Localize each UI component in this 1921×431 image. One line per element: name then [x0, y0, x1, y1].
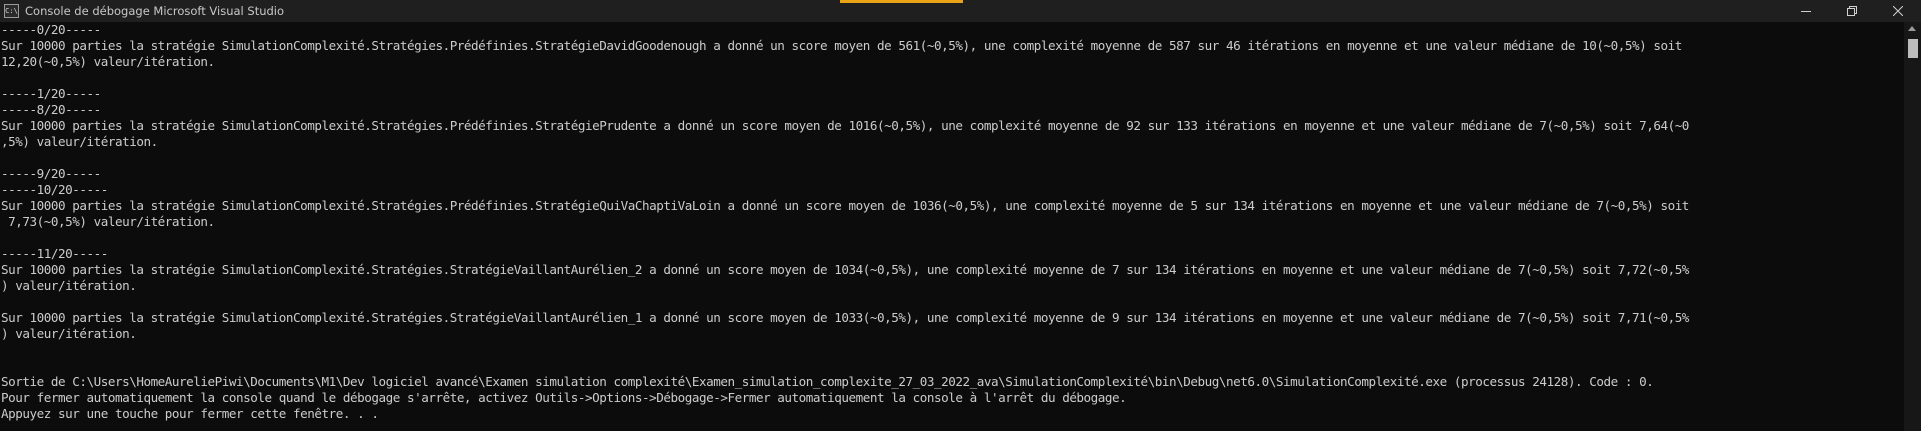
console-line: 7,73(~0,5%) valeur/itération. — [1, 214, 215, 229]
restore-icon — [1847, 6, 1857, 16]
restore-button[interactable] — [1829, 0, 1875, 22]
console-line: -----1/20----- — [1, 86, 101, 101]
console-window: C:\ Console de débogage Microsoft Visual… — [0, 0, 1921, 431]
console-line: 12,20(~0,5%) valeur/itération. — [1, 54, 215, 69]
console-line: Pour fermer automatiquement la console q… — [1, 390, 1127, 405]
console-output[interactable]: -----0/20----- Sur 10000 parties la strat… — [1, 22, 1899, 431]
console-line: Sur 10000 parties la stratégie Simulatio… — [1, 118, 1689, 133]
close-button[interactable] — [1875, 0, 1921, 22]
console-line: Sur 10000 parties la stratégie Simulatio… — [1, 198, 1689, 213]
console-line: Sur 10000 parties la stratégie Simulatio… — [1, 38, 1682, 53]
console-line: Sur 10000 parties la stratégie Simulatio… — [1, 310, 1689, 325]
console-app-icon: C:\ — [4, 4, 19, 18]
console-line: ) valeur/itération. — [1, 326, 137, 341]
console-line: Appuyez sur une touche pour fermer cette… — [1, 406, 379, 421]
console-line: -----11/20----- — [1, 246, 108, 261]
console-line: -----9/20----- — [1, 166, 101, 181]
title-bar[interactable]: C:\ Console de débogage Microsoft Visual… — [0, 0, 1921, 22]
minimize-button[interactable] — [1783, 0, 1829, 22]
window-controls — [1783, 0, 1921, 22]
console-line: ,5%) valeur/itération. — [1, 134, 158, 149]
scroll-up-arrow-icon[interactable] — [1908, 26, 1916, 31]
console-line: -----8/20----- — [1, 102, 101, 117]
window-title: Console de débogage Microsoft Visual Stu… — [25, 4, 285, 18]
console-line: -----10/20----- — [1, 182, 108, 197]
vertical-scrollbar[interactable] — [1904, 22, 1921, 431]
console-line: ) valeur/itération. — [1, 278, 137, 293]
minimize-icon — [1801, 11, 1811, 12]
console-line: -----0/20----- — [1, 22, 101, 37]
close-icon — [1893, 6, 1903, 16]
scroll-thumb[interactable] — [1908, 39, 1918, 58]
console-line: Sur 10000 parties la stratégie Simulatio… — [1, 262, 1689, 277]
console-line: Sortie de C:\Users\HomeAureliePiwi\Docum… — [1, 374, 1654, 389]
title-accent-bar — [840, 0, 963, 3]
